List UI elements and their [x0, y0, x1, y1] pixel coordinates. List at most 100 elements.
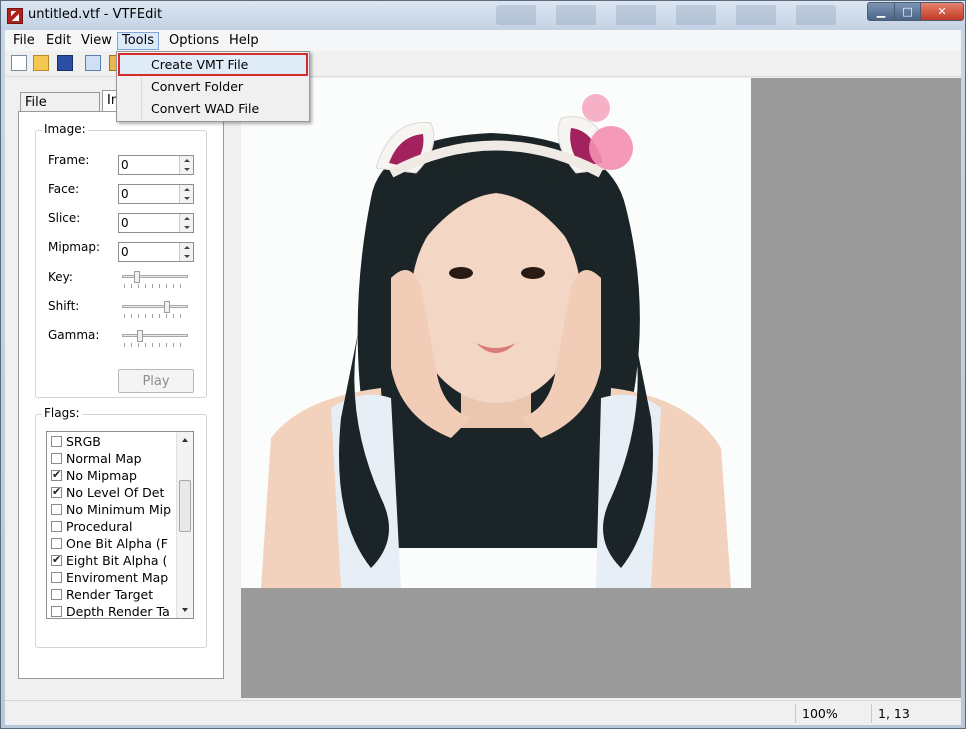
vtfedit-app-icon: [7, 8, 23, 24]
status-bar: 100% 1, 13: [5, 700, 961, 725]
flag-checkbox[interactable]: [51, 468, 62, 481]
flags-list[interactable]: SRGB Normal Map No Mipmap No Level Of Det No…: [46, 431, 194, 619]
flag-label: Eight Bit Alpha (: [66, 553, 168, 568]
play-button[interactable]: Play: [118, 369, 194, 393]
frame-spin-arrows-icon[interactable]: [179, 156, 193, 174]
flag-item[interactable]: Depth Render Ta: [47, 603, 175, 619]
slice-spin-arrows-icon[interactable]: [179, 214, 193, 232]
key-slider-thumb[interactable]: [134, 271, 140, 283]
menu-item-create-vmt-file[interactable]: Create VMT File: [118, 53, 308, 76]
minimize-button[interactable]: ▁: [867, 2, 895, 21]
flag-item[interactable]: Enviroment Map: [47, 569, 175, 586]
flag-checkbox[interactable]: [51, 521, 62, 532]
flag-checkbox[interactable]: [51, 485, 62, 498]
app-window: untitled.vtf - VTFEdit ▁ □ ✕ File Edit V…: [0, 0, 966, 729]
menu-options[interactable]: Options: [165, 32, 223, 50]
image-group: Image: Frame: 0 Face: 0 Slice: 0 Mipmap:…: [35, 122, 207, 398]
frame-label: Frame:: [48, 153, 90, 167]
gamma-label: Gamma:: [48, 328, 100, 342]
slice-value[interactable]: 0: [121, 216, 129, 230]
flag-label: Procedural: [66, 519, 133, 534]
menu-item-convert-folder[interactable]: Convert Folder: [119, 76, 307, 97]
mipmap-spin-arrows-icon[interactable]: [179, 243, 193, 261]
open-folder-icon[interactable]: [33, 55, 49, 71]
flag-item[interactable]: Render Target: [47, 586, 175, 603]
flag-checkbox[interactable]: [51, 606, 62, 617]
texture-viewport[interactable]: [241, 78, 961, 698]
flag-checkbox[interactable]: [51, 553, 62, 566]
flag-checkbox[interactable]: [51, 504, 62, 515]
flag-label: No Mipmap: [66, 468, 137, 483]
flag-checkbox[interactable]: [51, 436, 62, 447]
mipmap-spinner[interactable]: 0: [118, 242, 194, 262]
client-area: File Edit View Tools Options Help File S…: [5, 30, 961, 725]
face-spin-arrows-icon[interactable]: [179, 185, 193, 203]
frame-value[interactable]: 0: [121, 158, 129, 172]
flag-label: No Minimum Mip: [66, 502, 172, 517]
shift-label: Shift:: [48, 299, 80, 313]
menu-file[interactable]: File: [9, 32, 39, 50]
scroll-thumb[interactable]: [179, 480, 191, 532]
scroll-down-arrow-icon[interactable]: [182, 608, 188, 612]
tools-dropdown-menu: Create VMT File Convert Folder Convert W…: [116, 51, 310, 122]
mipmap-value[interactable]: 0: [121, 245, 129, 259]
shift-slider-thumb[interactable]: [164, 301, 170, 313]
copy-icon[interactable]: [85, 55, 101, 71]
menu-bar: File Edit View Tools Options Help: [5, 30, 961, 51]
flag-label: Normal Map: [66, 451, 142, 466]
flag-label: SRGB: [66, 434, 101, 449]
flag-item[interactable]: No Level Of Det: [47, 484, 175, 501]
flag-item[interactable]: No Minimum Mip: [47, 501, 175, 518]
flag-label: Enviroment Map: [66, 570, 169, 585]
left-panel: File System In Image: Frame: 0 Face: 0 S: [5, 80, 239, 698]
flags-scrollbar[interactable]: [176, 432, 193, 618]
zoom-readout: 100%: [795, 704, 865, 723]
image-group-title: Image:: [42, 122, 88, 136]
slice-label: Slice:: [48, 211, 81, 225]
flag-item[interactable]: SRGB: [47, 433, 175, 450]
flag-checkbox[interactable]: [51, 572, 62, 583]
menu-help[interactable]: Help: [225, 32, 263, 50]
texture-image[interactable]: [241, 78, 751, 588]
face-label: Face:: [48, 182, 80, 196]
menu-edit[interactable]: Edit: [42, 32, 75, 50]
key-label: Key:: [48, 270, 73, 284]
mipmap-label: Mipmap:: [48, 240, 101, 254]
window-title: untitled.vtf - VTFEdit: [28, 7, 163, 22]
flags-group-title: Flags:: [42, 406, 82, 420]
scroll-up-arrow-icon[interactable]: [182, 438, 188, 442]
background-taskbar-ghost: [496, 5, 836, 25]
flag-checkbox[interactable]: [51, 538, 62, 549]
cursor-coords: 1, 13: [871, 704, 951, 723]
gamma-slider[interactable]: [122, 330, 188, 347]
flag-item[interactable]: No Mipmap: [47, 467, 175, 484]
flag-item[interactable]: Eight Bit Alpha (: [47, 552, 175, 569]
flag-label: Depth Render Ta: [66, 604, 170, 619]
menu-tools[interactable]: Tools: [117, 32, 160, 50]
frame-spinner[interactable]: 0: [118, 155, 194, 175]
close-button[interactable]: ✕: [920, 2, 964, 21]
menu-item-convert-wad-file[interactable]: Convert WAD File: [119, 98, 307, 119]
flag-label: No Level Of Det: [66, 485, 165, 500]
title-bar[interactable]: untitled.vtf - VTFEdit ▁ □ ✕: [1, 1, 965, 30]
maximize-button[interactable]: □: [894, 2, 921, 21]
save-icon[interactable]: [57, 55, 73, 71]
texture-photo-illustration: [261, 94, 731, 588]
key-slider[interactable]: [122, 271, 188, 288]
flag-checkbox[interactable]: [51, 589, 62, 600]
flag-label: Render Target: [66, 587, 154, 602]
face-value[interactable]: 0: [121, 187, 129, 201]
flag-item[interactable]: Normal Map: [47, 450, 175, 467]
flag-item[interactable]: One Bit Alpha (F: [47, 535, 175, 552]
flag-item[interactable]: Procedural: [47, 518, 175, 535]
face-spinner[interactable]: 0: [118, 184, 194, 204]
shift-slider[interactable]: [122, 301, 188, 318]
new-file-icon[interactable]: [11, 55, 27, 71]
flags-group: Flags: SRGB Normal Map No Mipmap No Level O…: [35, 406, 207, 648]
gamma-slider-thumb[interactable]: [137, 330, 143, 342]
tab-file-system[interactable]: File System: [20, 92, 100, 129]
image-tab-panel: Image: Frame: 0 Face: 0 Slice: 0 Mipmap:…: [18, 111, 224, 679]
menu-view[interactable]: View: [77, 32, 116, 50]
flag-checkbox[interactable]: [51, 453, 62, 464]
slice-spinner[interactable]: 0: [118, 213, 194, 233]
